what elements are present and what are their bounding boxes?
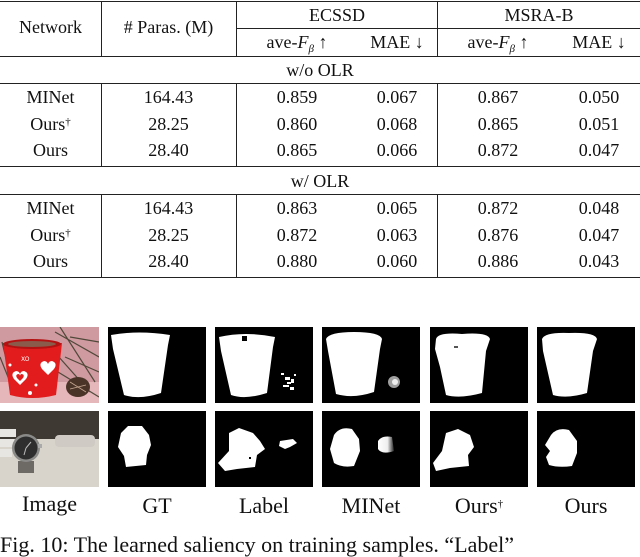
cell-ecssd-f: 0.865 (276, 140, 318, 160)
cell-msra-f: 0.886 (477, 251, 519, 271)
gt-mask-candle (108, 327, 206, 403)
ours-dagger-prediction-candle (430, 327, 528, 403)
cell-ecssd-mae: 0.063 (376, 225, 418, 245)
header-ecssd: ECSSD (308, 5, 366, 25)
cell-msra-mae: 0.047 (578, 140, 620, 160)
cell-msra-mae: 0.051 (578, 114, 620, 134)
section1-title-rule (0, 83, 640, 84)
cell-ecssd-mae: 0.067 (376, 87, 418, 107)
cell-network: Ours† (30, 114, 71, 134)
up-arrow-icon: ↑ (519, 32, 529, 52)
label-mask-watch (215, 411, 313, 487)
cell-network: MINet (26, 87, 75, 107)
input-image-watch (0, 411, 99, 487)
cell-ecssd-f: 0.860 (276, 114, 318, 134)
svg-text:XO: XO (21, 356, 30, 363)
minet-prediction-candle (322, 327, 420, 403)
cell-msra-f: 0.872 (477, 198, 519, 218)
dataset-header-rule (237, 28, 640, 29)
down-arrow-icon: ↓ (414, 32, 424, 52)
section2-title-rule (0, 194, 640, 195)
dagger-mark: † (65, 116, 71, 128)
column-label-gt: GT (142, 493, 172, 518)
section-title-with-olr: w/ OLR (290, 171, 350, 191)
dagger-mark: † (65, 227, 71, 239)
cell-msra-mae: 0.048 (578, 198, 620, 218)
ours-dagger-prediction-watch (430, 411, 528, 487)
cell-ecssd-mae: 0.068 (376, 114, 418, 134)
header-ecssd-f: ave-Fβ ↑ (266, 32, 328, 55)
cell-ecssd-mae: 0.060 (376, 251, 418, 271)
down-arrow-icon: ↓ (616, 32, 626, 52)
table-top-rule (0, 1, 640, 2)
cell-network: MINet (26, 198, 75, 218)
header-msra-b: MSRA-B (504, 5, 574, 25)
header-bottom-rule (0, 56, 640, 57)
cell-msra-mae: 0.050 (578, 87, 620, 107)
input-image-candle: XO (0, 327, 99, 403)
cell-msra-f: 0.872 (477, 140, 519, 160)
column-label-image: Image (22, 491, 77, 516)
dagger-mark: † (497, 498, 504, 510)
label-mask-candle (215, 327, 313, 403)
cell-msra-f: 0.876 (477, 225, 519, 245)
cell-msra-f: 0.865 (477, 114, 519, 134)
ours-prediction-watch (537, 411, 635, 487)
minet-prediction-watch (322, 411, 420, 487)
cell-network: Ours† (30, 225, 71, 245)
section-title-without-olr: w/o OLR (286, 60, 354, 80)
section1-bottom-rule (0, 166, 640, 167)
header-msra-mae: MAE ↓ (572, 32, 626, 52)
ours-prediction-candle (537, 327, 635, 403)
cell-params: 28.40 (148, 140, 189, 160)
cell-msra-mae: 0.047 (578, 225, 620, 245)
cell-network: Ours (33, 251, 68, 271)
cell-network: Ours (33, 140, 68, 160)
cell-params: 164.43 (143, 198, 194, 218)
cell-params: 28.40 (148, 251, 189, 271)
figure-caption: Fig. 10: The learned saliency on trainin… (0, 532, 514, 557)
gt-mask-watch (108, 411, 206, 487)
cell-ecssd-mae: 0.066 (376, 140, 418, 160)
cell-ecssd-f: 0.863 (276, 198, 318, 218)
header-ecssd-mae: MAE ↓ (370, 32, 424, 52)
header-network: Network (19, 17, 82, 37)
header-params: # Paras. (M) (123, 17, 214, 37)
header-msra-f: ave-Fβ ↑ (467, 32, 529, 55)
cell-ecssd-f: 0.880 (276, 251, 318, 271)
cell-params: 164.43 (143, 87, 194, 107)
cell-msra-mae: 0.043 (578, 251, 620, 271)
cell-params: 28.25 (148, 114, 189, 134)
column-label-label: Label (238, 493, 290, 518)
column-label-ours: Ours (564, 493, 608, 518)
column-label-ours-dagger: Ours† (454, 493, 504, 518)
cell-msra-f: 0.867 (477, 87, 519, 107)
up-arrow-icon: ↑ (318, 32, 328, 52)
cell-params: 28.25 (148, 225, 189, 245)
cell-ecssd-f: 0.859 (276, 87, 318, 107)
cell-ecssd-mae: 0.065 (376, 198, 418, 218)
column-label-minet: MINet (341, 493, 401, 518)
table-bottom-rule (0, 277, 640, 278)
cell-ecssd-f: 0.872 (276, 225, 318, 245)
